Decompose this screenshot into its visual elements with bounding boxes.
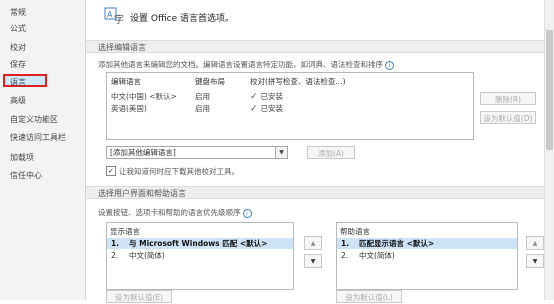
list-item-label: 与 Microsoft Windows 匹配 <默认> [129,239,268,248]
chevron-up-icon: ▲ [310,240,316,247]
svg-text:字: 字 [114,13,124,25]
sidebar-item-trust-center[interactable]: 信任中心 [10,169,80,182]
list-item[interactable]: 1. 与 Microsoft Windows 匹配 <默认> [107,238,293,249]
list-item-number: 2. [111,251,119,260]
proofing-status: 已安装 [260,104,284,113]
download-proofing-checkbox[interactable]: ✓ [106,166,116,176]
column-header-language: 编辑语言 [111,77,141,86]
column-header-keyboard: 键盘布局 [195,77,225,86]
list-item-label: 匹配显示语言 <默认> [359,239,435,248]
help-language-list[interactable]: 帮助语言 1. 匹配显示语言 <默认> 2. 中文(简体) [336,222,518,290]
list-item-number: 1. [341,239,350,248]
table-row-proofing: ✓ 已安装 [250,103,283,114]
column-header-proofing: 校对(拼写检查、语法检查...) [250,77,346,86]
list-item[interactable]: 1. 匹配显示语言 <默认> [337,238,517,249]
chevron-down-icon[interactable]: ▼ [275,147,287,158]
info-icon[interactable]: i [385,60,394,70]
move-down-button[interactable]: ▼ [526,254,544,268]
add-language-button[interactable]: 添加(A) [307,146,355,159]
add-editing-language-select[interactable]: [添加其他编辑语言] ▼ [106,146,288,159]
display-description-text: 设置按钮、选项卡和帮助的语言优先级顺序 [98,208,241,217]
page-title: 设置 Office 语言首选项。 [130,14,234,24]
editing-language-table[interactable]: 编辑语言 键盘布局 校对(拼写检查、语法检查...) 中文(中国) <默认> 启… [106,72,474,140]
sidebar-item-formulas[interactable]: 公式 [10,22,80,35]
list-item[interactable]: 2. 中文(简体) [107,250,293,261]
vertical-scrollbar[interactable] [544,0,554,300]
list-item-number: 1. [111,239,120,248]
sidebar-item-proofing[interactable]: 校对 [10,41,80,54]
sidebar-item-quick-access-toolbar[interactable]: 快速访问工具栏 [10,131,80,144]
remove-button[interactable]: 删除(R) [480,92,536,105]
spell-check-icon: ✓ [250,92,258,102]
editing-description: 添加其他语言来编辑您的文档。编辑语言设置语言特定功能，如词典、语法检查和排序 i [98,59,394,70]
chevron-up-icon: ▲ [532,240,538,247]
chevron-down-icon: ▼ [532,258,538,265]
set-default-editing-button[interactable]: 设为默认值(D) [480,111,536,124]
editing-description-text: 添加其他语言来编辑您的文档。编辑语言设置语言特定功能，如词典、语法检查和排序 [98,60,383,69]
display-list-header: 显示语言 [110,227,140,236]
proofing-status: 已安装 [260,92,284,101]
move-down-button[interactable]: ▼ [304,254,322,268]
move-up-button[interactable]: ▲ [304,236,322,250]
list-item-number: 2. [341,251,349,260]
table-row-language[interactable]: 英语(美国) [111,103,147,114]
sidebar-item-addins[interactable]: 加载项 [10,151,80,164]
language-options-panel: A 字 设置 Office 语言首选项。 选择编辑语言 添加其他语言来编辑您的文… [86,0,554,303]
table-row-keyboard: 启用 [195,92,210,101]
section-title-editing: 选择编辑语言 [86,40,546,53]
sidebar-item-advanced[interactable]: 高级 [10,94,80,107]
sidebar-item-save[interactable]: 保存 [10,58,80,71]
section-title-display: 选择用户界面和帮助语言 [86,186,546,199]
info-icon[interactable]: i [242,208,252,218]
language-icon: A 字 [104,7,124,25]
select-value: [添加其他编辑语言] [110,148,176,157]
help-list-header: 帮助语言 [340,227,370,236]
list-item-label: 中文(简体) [359,251,395,260]
display-description: 设置按钮、选项卡和帮助的语言优先级顺序 i [98,207,252,218]
display-language-list[interactable]: 显示语言 1. 与 Microsoft Windows 匹配 <默认> 2. 中… [106,222,294,290]
sidebar-item-language[interactable]: 语言 [3,74,47,87]
sidebar-item-general[interactable]: 常规 [10,6,80,19]
table-row-language[interactable]: 中文(中国) <默认> [111,91,177,102]
table-row-keyboard: 启用 [195,104,210,113]
scroll-thumb[interactable] [546,30,553,150]
options-sidebar: 常规 公式 校对 保存 语言 高级 自定义功能区 快速访问工具栏 加载项 信任中… [0,0,86,300]
svg-text:A: A [107,10,113,19]
chevron-down-icon: ▼ [310,258,316,265]
set-default-display-button[interactable]: 设为默认值(E) [106,290,172,303]
list-item[interactable]: 2. 中文(简体) [337,250,517,261]
table-row-proofing: ✓ 已安装 [250,91,283,102]
sidebar-item-customize-ribbon[interactable]: 自定义功能区 [10,113,80,126]
checkbox-label: 让我知道何时应下载其他校对工具。 [119,167,239,176]
list-item-label: 中文(简体) [129,251,165,260]
set-default-help-button[interactable]: 设为默认值(L) [336,290,402,303]
spell-check-icon: ✓ [250,104,258,114]
move-up-button[interactable]: ▲ [526,236,544,250]
